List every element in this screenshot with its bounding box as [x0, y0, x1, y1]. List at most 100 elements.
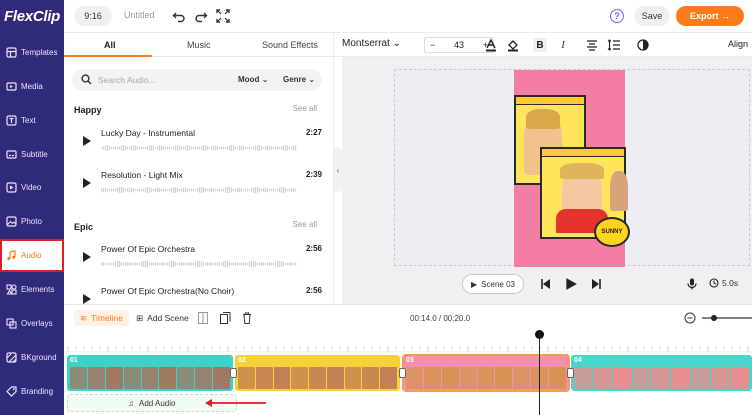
clip-thumbnail — [593, 367, 613, 389]
track-duration: 2:27 — [305, 128, 322, 137]
sidebar-item-audio[interactable]: Audio — [0, 239, 64, 272]
help-icon[interactable]: ? — [610, 9, 624, 23]
scene-preview[interactable]: SUNNY — [514, 70, 630, 267]
clip-thumbnail — [730, 367, 750, 389]
ruler-ticks — [67, 346, 749, 352]
redo-icon[interactable] — [194, 9, 208, 23]
clip-thumbnail — [70, 367, 87, 389]
track-duration: 2:56 — [305, 286, 322, 295]
sidebar-item-video[interactable]: Video — [0, 171, 64, 204]
see-all-epic-link[interactable]: See all — [293, 220, 317, 229]
collapse-panel-button[interactable]: ‹ — [334, 147, 342, 193]
kid-photo — [610, 171, 628, 211]
font-size-value[interactable]: 43 — [454, 40, 464, 50]
sunny-sticker[interactable]: SUNNY — [594, 217, 630, 247]
text-color-icon[interactable] — [484, 38, 498, 52]
sidebar-item-templates[interactable]: Templates — [0, 36, 64, 69]
top-toolbar: 9:16 Untitled ? Save Export → — [64, 0, 752, 33]
fullscreen-icon[interactable] — [216, 9, 230, 23]
transition-marker[interactable] — [567, 368, 574, 378]
clip-number: 01 — [70, 357, 78, 364]
see-all-happy-link[interactable]: See all — [293, 104, 317, 113]
section-title-epic: Epic — [74, 222, 94, 232]
timeline: 01 02 03 04 ♫ Add Audio — [64, 330, 752, 415]
play-icon[interactable] — [82, 135, 92, 147]
track-item[interactable]: Power Of Epic Orchestra(No Choir) 2:56 — [82, 283, 322, 304]
transition-marker[interactable] — [230, 368, 237, 378]
track-name: Power Of Epic Orchestra(No Choir) — [101, 286, 235, 296]
track-name: Power Of Epic Orchestra — [101, 244, 196, 254]
sidebar-item-text[interactable]: Text — [0, 104, 64, 137]
clip-thumbnail — [362, 367, 380, 389]
genre-filter[interactable]: Genre ⌄ — [283, 75, 315, 84]
clip-thumbnail — [141, 367, 159, 389]
clip-thumbnail — [652, 367, 671, 389]
media-icon — [6, 82, 17, 91]
decrease-size-button[interactable]: − — [430, 40, 435, 50]
tab-all[interactable]: All — [104, 40, 116, 50]
sidebar-item-elements[interactable]: Elements — [0, 273, 64, 306]
track-item[interactable]: Power Of Epic Orchestra 2:56 — [82, 241, 322, 277]
track-item[interactable]: Lucky Day - Instrumental 2:27 — [82, 125, 322, 161]
clip-thumbnail — [549, 367, 567, 389]
align-center-icon[interactable] — [585, 38, 599, 52]
italic-button[interactable]: I — [556, 38, 570, 52]
clip-thumbnail — [441, 367, 459, 389]
scene-selector[interactable]: ▶ Scene 03 — [462, 274, 524, 294]
align-menu[interactable]: Align — [728, 39, 748, 49]
chevron-down-icon: ⌄ — [308, 75, 316, 84]
bold-button[interactable]: B — [533, 38, 547, 52]
sidebar-item-subtitle[interactable]: Subtitle — [0, 138, 64, 171]
time-ruler[interactable] — [64, 330, 752, 352]
tab-music[interactable]: Music — [187, 40, 211, 50]
delete-icon[interactable] — [242, 312, 252, 324]
sidebar-item-label: Elements — [21, 285, 55, 294]
save-button[interactable]: Save — [634, 6, 670, 26]
sidebar-item-label: Templates — [21, 48, 58, 57]
sidebar-item-overlays[interactable]: Overlays — [0, 307, 64, 340]
export-button[interactable]: Export → — [676, 6, 744, 26]
clip-thumbnail — [123, 367, 141, 389]
clip-thumbnail — [87, 367, 105, 389]
sidebar-item-photo[interactable]: Photo — [0, 205, 64, 238]
scene-clip-03[interactable]: 03 — [402, 354, 570, 392]
next-scene-icon[interactable] — [590, 278, 602, 290]
scene-clip-02[interactable]: 02 — [235, 355, 400, 391]
scene-clip-01[interactable]: 01 — [67, 355, 233, 391]
track-item[interactable]: Resolution - Light Mix 2:39 — [82, 167, 322, 203]
sidebar-item-label: Media — [21, 82, 43, 91]
aspect-ratio-button[interactable]: 9:16 — [74, 6, 112, 26]
play-icon[interactable] — [82, 251, 92, 263]
play-icon[interactable] — [82, 293, 92, 304]
add-scene-button[interactable]: ⊞ Add Scene — [136, 310, 189, 326]
sidebar-item-label: Photo — [21, 217, 42, 226]
previous-scene-icon[interactable] — [540, 278, 552, 290]
transition-marker[interactable] — [399, 368, 406, 378]
microphone-icon[interactable] — [686, 278, 698, 290]
playhead[interactable] — [539, 330, 540, 415]
sidebar-item-branding[interactable]: Branding — [0, 375, 64, 408]
highlight-color-icon[interactable] — [506, 38, 520, 52]
templates-icon — [6, 47, 17, 58]
tab-sound-effects[interactable]: Sound Effects — [262, 40, 318, 50]
mood-filter[interactable]: Mood ⌄ — [238, 75, 268, 84]
play-icon[interactable] — [82, 177, 92, 189]
undo-icon[interactable] — [172, 9, 186, 23]
subtitle-icon — [6, 150, 17, 159]
scene-duration[interactable]: 5.0s — [709, 278, 738, 288]
sidebar-item-bkground[interactable]: BKground — [0, 341, 64, 374]
duplicate-icon[interactable] — [220, 312, 231, 324]
zoom-slider[interactable] — [684, 312, 752, 324]
sidebar-item-media[interactable]: Media — [0, 70, 64, 103]
font-family-select[interactable]: Montserrat ⌄ — [342, 38, 401, 49]
clip-thumbnail — [513, 367, 531, 389]
search-input[interactable]: Search Audio... — [98, 75, 156, 85]
split-icon[interactable] — [198, 312, 208, 324]
scene-clip-04[interactable]: 04 — [571, 355, 752, 391]
timeline-toggle-button[interactable]: ≋ Timeline — [74, 310, 129, 326]
play-pause-icon[interactable] — [564, 277, 578, 291]
opacity-icon[interactable] — [636, 38, 650, 52]
line-spacing-icon[interactable] — [607, 38, 621, 52]
sidebar-item-label: BKground — [21, 353, 57, 362]
document-title[interactable]: Untitled — [124, 10, 155, 20]
